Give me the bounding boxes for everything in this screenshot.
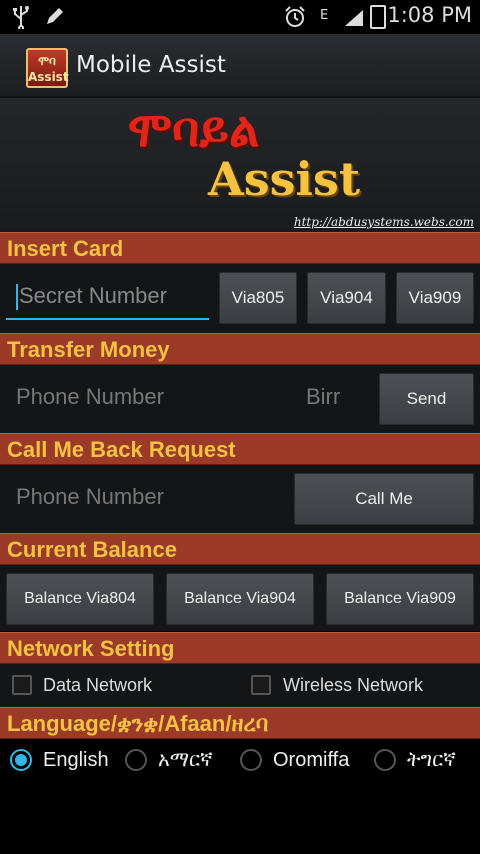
battery-icon	[370, 5, 386, 29]
wireless-network-checkbox[interactable]	[251, 675, 271, 695]
language-amharic-label[interactable]: አማርኛ	[158, 749, 213, 772]
via904-button[interactable]: Via904	[307, 272, 386, 324]
banner-assist-title: Assist	[208, 152, 361, 206]
language-oromiffa-radio[interactable]	[240, 749, 262, 771]
callback-phone-input[interactable]: Phone Number	[6, 477, 286, 521]
language-header: Language/ቋንቋ/Afaan/ዘረባ	[0, 707, 480, 739]
birr-amount-input[interactable]: Birr	[296, 377, 372, 421]
transfer-phone-input[interactable]: Phone Number	[6, 377, 286, 421]
language-amharic-radio[interactable]	[125, 749, 147, 771]
action-bar: ሞባ Assist Mobile Assist	[0, 34, 480, 98]
language-tigrinya-radio[interactable]	[374, 749, 396, 771]
status-time: 1:08 PM	[387, 3, 472, 27]
call-me-back-header: Call Me Back Request	[0, 433, 480, 465]
insert-card-row: Secret Number Via805 Via904 Via909	[0, 264, 480, 336]
app-title: Mobile Assist	[76, 52, 226, 78]
language-english-label[interactable]: English	[43, 749, 109, 772]
wireless-network-label[interactable]: Wireless Network	[283, 675, 423, 696]
via909-button[interactable]: Via909	[396, 272, 474, 324]
secret-number-input[interactable]: Secret Number	[6, 276, 209, 320]
transfer-money-header: Transfer Money	[0, 333, 480, 365]
network-setting-row: Data Network Wireless Network	[0, 664, 480, 708]
signal-icon	[345, 10, 363, 26]
balance-via804-button[interactable]: Balance Via804	[6, 573, 154, 625]
call-me-button[interactable]: Call Me	[294, 473, 474, 525]
insert-card-header: Insert Card	[0, 232, 480, 264]
language-oromiffa-label[interactable]: Oromiffa	[273, 749, 349, 772]
balance-via904-button[interactable]: Balance Via904	[166, 573, 314, 625]
edit-pencil-icon	[44, 5, 66, 32]
current-balance-header: Current Balance	[0, 533, 480, 565]
alarm-icon	[283, 5, 307, 34]
usb-icon	[12, 5, 30, 34]
app-logo-icon: ሞባ Assist	[26, 48, 69, 88]
status-bar: E 1:08 PM	[0, 0, 480, 34]
banner-amharic-title: ሞባይል	[128, 102, 260, 158]
balance-via909-button[interactable]: Balance Via909	[326, 573, 474, 625]
data-network-label[interactable]: Data Network	[43, 675, 152, 696]
send-button[interactable]: Send	[379, 373, 474, 425]
website-link[interactable]: http://abdusystems.webs.com	[294, 215, 474, 229]
via805-button[interactable]: Via805	[219, 272, 297, 324]
network-setting-header: Network Setting	[0, 632, 480, 664]
data-network-checkbox[interactable]	[12, 675, 32, 695]
current-balance-row: Balance Via804 Balance Via904 Balance Vi…	[0, 565, 480, 631]
call-me-back-row: Phone Number Call Me	[0, 465, 480, 533]
language-row: English አማርኛ Oromiffa ትግርኛ	[0, 739, 480, 785]
language-english-radio[interactable]	[10, 749, 32, 771]
language-tigrinya-label[interactable]: ትግርኛ	[407, 749, 456, 772]
transfer-money-row: Phone Number Birr Send	[0, 365, 480, 433]
network-type-icon: E	[320, 8, 329, 23]
text-caret	[16, 284, 18, 311]
logo-banner: ሞባይል Assist http://abdusystems.webs.com	[0, 98, 480, 232]
